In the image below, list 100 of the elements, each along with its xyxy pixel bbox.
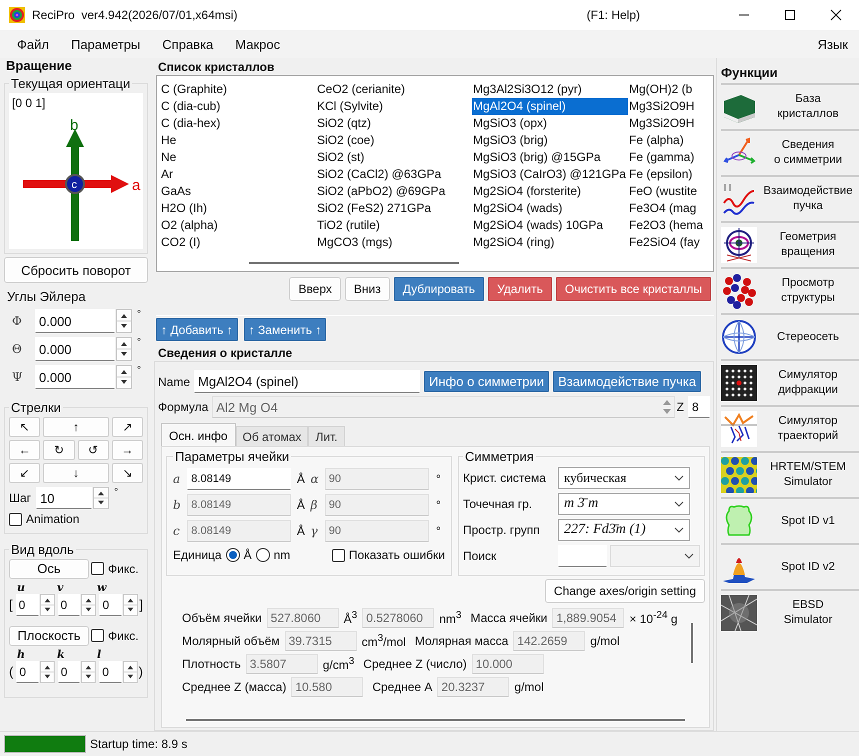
list-item[interactable]: Mg(OH)2 (b [628,81,713,98]
list-item[interactable]: Ne [160,149,316,166]
list-item[interactable]: MgCO3 (mgs) [316,234,472,251]
menu-item[interactable]: Справка [151,34,224,54]
list-item[interactable]: GaAs [160,183,316,200]
input-field[interactable]: 0 [58,594,80,616]
input-field[interactable]: 8.08149 [187,468,292,490]
arrow-button[interactable]: ↘ [112,463,143,483]
tab[interactable]: Об атомах [236,426,308,446]
function-button[interactable]: EBSD Simulator [721,589,859,635]
name-field[interactable]: MgAl2O4 (spinel) [194,370,420,393]
menu-item[interactable]: Параметры [60,34,152,54]
list-item[interactable]: MgSiO3 (brig) @15GPa [472,149,628,166]
function-button[interactable]: Сведения о симметрии [721,129,859,175]
list-item[interactable]: C (Graphite) [160,81,316,98]
function-button[interactable]: HRTEM/STEM Simulator [721,451,859,497]
function-button[interactable]: Spot ID v2 [721,543,859,589]
input-field[interactable]: 0 [16,660,39,682]
spin-buttons[interactable] [122,660,138,682]
list-item[interactable]: Fe2O3 (hema [628,217,713,234]
function-button[interactable]: Стереосеть [721,313,859,359]
transfer-button[interactable]: ↑ Добавить ↑ [156,318,238,341]
reset-button[interactable]: Сбросить поворот [4,257,148,283]
list-item[interactable]: Mg2SiO4 (ring) [472,234,628,251]
list-item[interactable]: C (dia-hex) [160,115,316,132]
function-button[interactable]: Spot ID v1 [721,497,859,543]
input-field[interactable]: 10 [36,487,92,509]
view-button[interactable]: Ось [9,558,89,578]
menu-item[interactable]: Файл [6,34,60,54]
function-button[interactable]: Просмотр структуры [721,267,859,313]
arrow-button[interactable]: ↑ [43,417,109,437]
list-item[interactable]: MgAl2O4 (spinel) [472,98,628,115]
tab[interactable]: Лит. [308,426,345,446]
checkbox[interactable] [332,548,345,562]
arrow-button[interactable]: ↙ [9,463,40,483]
change-axes-button[interactable]: Change axes/origin setting [544,579,705,603]
list-button[interactable]: Очистить все кристаллы [556,277,711,301]
list-item[interactable]: MgSiO3 (opx) [472,115,628,132]
list-item[interactable]: Fe3O4 (mag [628,200,713,217]
list-item[interactable]: Fe (epsilon) [628,166,713,183]
list-item[interactable]: Mg2SiO4 (forsterite) [472,183,628,200]
function-button[interactable]: Симулятор траекторий [721,405,859,451]
list-item[interactable]: CeO2 (cerianite) [316,81,472,98]
input-field[interactable]: 0 [99,594,122,616]
list-item[interactable]: Ar [160,166,316,183]
arrow-button[interactable]: ↓ [43,463,109,483]
list-item[interactable]: SiO2 (FeS2) 271GPa [316,200,472,217]
spin-buttons[interactable] [81,660,96,682]
list-item[interactable]: H2O (Ih) [160,200,316,217]
checkbox[interactable] [91,562,104,575]
function-button[interactable]: Взаимодействие пучка [721,175,859,221]
arrow-button[interactable]: ↻ [43,440,74,460]
list-item[interactable]: SiO2 (CaCl2) @63GPa [316,166,472,183]
list-item[interactable]: CO2 (I) [160,234,316,251]
list-item[interactable]: SiO2 (st) [316,149,472,166]
input-field[interactable]: 0 [58,660,80,682]
formula-field[interactable]: Al2 Mg O4 [212,396,675,418]
input-field[interactable]: 0 [16,594,39,616]
list-item[interactable]: Fe2SiO4 (fay [628,234,713,251]
input-field[interactable]: 0.000 [35,309,115,333]
function-button[interactable]: Геометрия вращения [721,221,859,267]
list-button[interactable]: Дублировать [394,277,484,301]
spin-buttons[interactable] [93,487,110,509]
spin-buttons[interactable] [40,660,55,682]
spin-buttons[interactable] [123,594,138,616]
menu-item[interactable]: Макрос [224,34,292,54]
input-field[interactable]: 0.000 [35,365,115,389]
list-item[interactable]: MgSiO3 (brig) [472,132,628,149]
checkbox[interactable] [9,512,22,526]
list-item[interactable]: KCl (Sylvite) [316,98,472,115]
view-button[interactable]: Плоскость [9,626,89,646]
function-button[interactable]: Симулятор дифракции [721,359,859,405]
scrollbar-thumb[interactable] [186,719,685,721]
beam-interaction-button[interactable]: Взаимодействие пучка [553,371,702,392]
list-item[interactable]: Mg2SiO4 (wads) [472,200,628,217]
arrow-button[interactable]: ← [9,440,40,460]
menu-item[interactable]: Язык [806,34,859,54]
scrollbar-thumb[interactable] [249,262,459,264]
radio-button[interactable] [256,548,270,562]
input-field[interactable]: 0.000 [35,337,115,361]
list-button[interactable]: Вверх [289,277,341,301]
arrow-button[interactable]: → [112,440,143,460]
dropdown[interactable]: m 3̄ m [558,493,690,515]
checkbox[interactable] [91,629,104,642]
spin-buttons[interactable] [116,365,132,389]
function-button[interactable]: База кристаллов [721,83,859,129]
tab[interactable]: Осн. инфо [161,423,236,446]
list-item[interactable]: Fe (alpha) [628,132,713,149]
list-item[interactable]: Mg3Si2O9H [628,115,713,132]
list-item[interactable]: He [160,132,316,149]
spin-buttons[interactable] [116,309,132,333]
spin-buttons[interactable] [81,594,96,616]
input-field[interactable]: 8 [688,396,710,418]
arrow-button[interactable]: ↺ [78,440,109,460]
list-button[interactable]: Удалить [488,277,552,301]
list-item[interactable]: TiO2 (rutile) [316,217,472,234]
search-field[interactable] [558,545,608,567]
list-item[interactable]: SiO2 (qtz) [316,115,472,132]
dropdown[interactable]: 227: Fd3̄m (1) [558,519,690,541]
scrollbar-thumb[interactable] [691,623,693,663]
